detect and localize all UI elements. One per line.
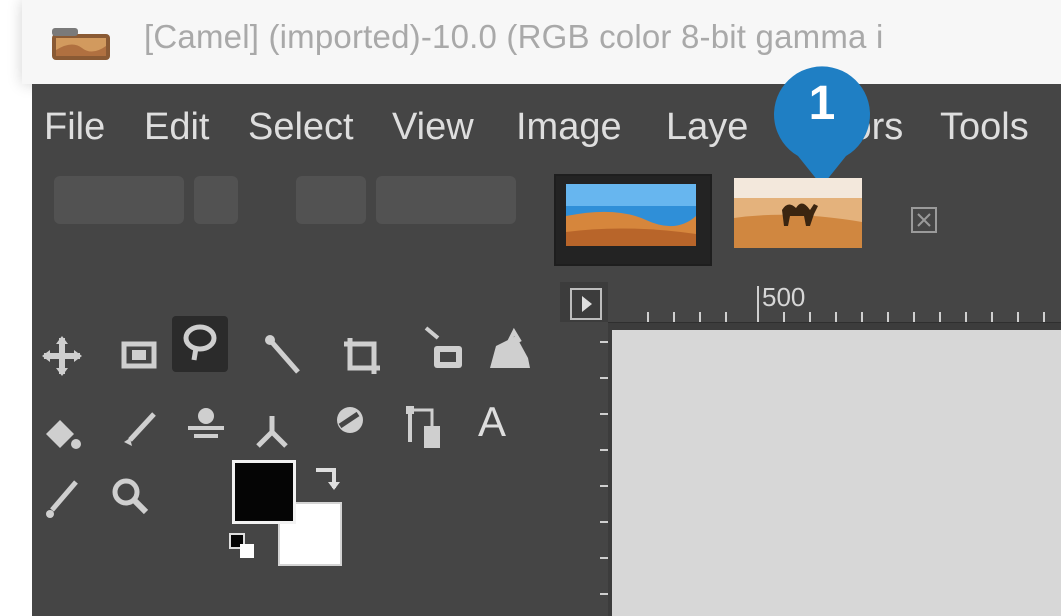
window-title: [Camel] (imported)-10.0 (RGB color 8-bit… [144, 18, 884, 55]
callout-number: 1 [808, 77, 836, 130]
unified-transform-icon[interactable] [416, 316, 472, 372]
close-tab-icon[interactable] [910, 206, 938, 234]
text-tool-icon[interactable]: A [472, 396, 528, 452]
move-tool-icon[interactable] [34, 328, 90, 384]
brush-preview [54, 176, 184, 224]
gimp-app-icon [52, 28, 110, 60]
toolbox-panel: A [32, 170, 572, 616]
menu-tools[interactable]: Tools [940, 106, 1029, 149]
clone-icon[interactable] [178, 396, 234, 452]
menu-select[interactable]: Select [248, 106, 354, 149]
fuzzy-select-icon[interactable] [256, 328, 312, 384]
menu-file[interactable]: File [44, 106, 105, 149]
paintbrush-icon[interactable] [110, 404, 166, 460]
crop-icon[interactable] [334, 328, 390, 384]
vertical-ruler-ticks [600, 341, 608, 595]
bucket-fill-icon[interactable] [34, 404, 90, 460]
dodge-burn-icon[interactable] [322, 396, 378, 452]
title-bar: [Camel] (imported)-10.0 (RGB color 8-bit… [22, 0, 1061, 84]
vertical-ruler [560, 322, 608, 616]
default-colors-icon[interactable] [228, 532, 258, 562]
image-canvas[interactable] [612, 330, 1061, 616]
font-preview [376, 176, 516, 224]
color-picker-icon[interactable] [34, 472, 90, 528]
rectangle-select-icon[interactable] [112, 328, 168, 384]
camel-thumbnail[interactable] [730, 174, 866, 262]
menu-bar: File Edit Select View Image Laye lors To… [32, 66, 1061, 186]
navigate-toggle-icon[interactable] [570, 288, 602, 320]
menu-image[interactable]: Image [516, 106, 622, 149]
ruler-ticks [647, 286, 1045, 322]
zoom-tool-icon[interactable] [102, 468, 158, 524]
menu-layer[interactable]: Laye [666, 106, 748, 149]
image-tabs-bar [552, 170, 1061, 274]
swap-colors-icon[interactable] [312, 462, 342, 492]
menu-edit[interactable]: Edit [144, 106, 209, 149]
free-select-icon[interactable] [172, 316, 228, 372]
gradient-preview [296, 176, 366, 224]
camel-thumbnail-image [734, 178, 862, 248]
foreground-color-swatch[interactable] [232, 460, 296, 524]
desert-landscape-thumbnail[interactable] [554, 174, 712, 266]
warp-transform-icon[interactable] [480, 316, 536, 372]
gimp-window: File Edit Select View Image Laye lors To… [32, 66, 1061, 616]
horizontal-ruler: 500 [608, 282, 1061, 323]
canvas-area: 500 [560, 282, 1061, 616]
landscape-thumbnail-image [566, 184, 696, 246]
menu-view[interactable]: View [392, 106, 474, 149]
pattern-preview [194, 176, 238, 224]
paths-icon[interactable] [396, 396, 452, 452]
smudge-icon[interactable] [244, 404, 300, 460]
